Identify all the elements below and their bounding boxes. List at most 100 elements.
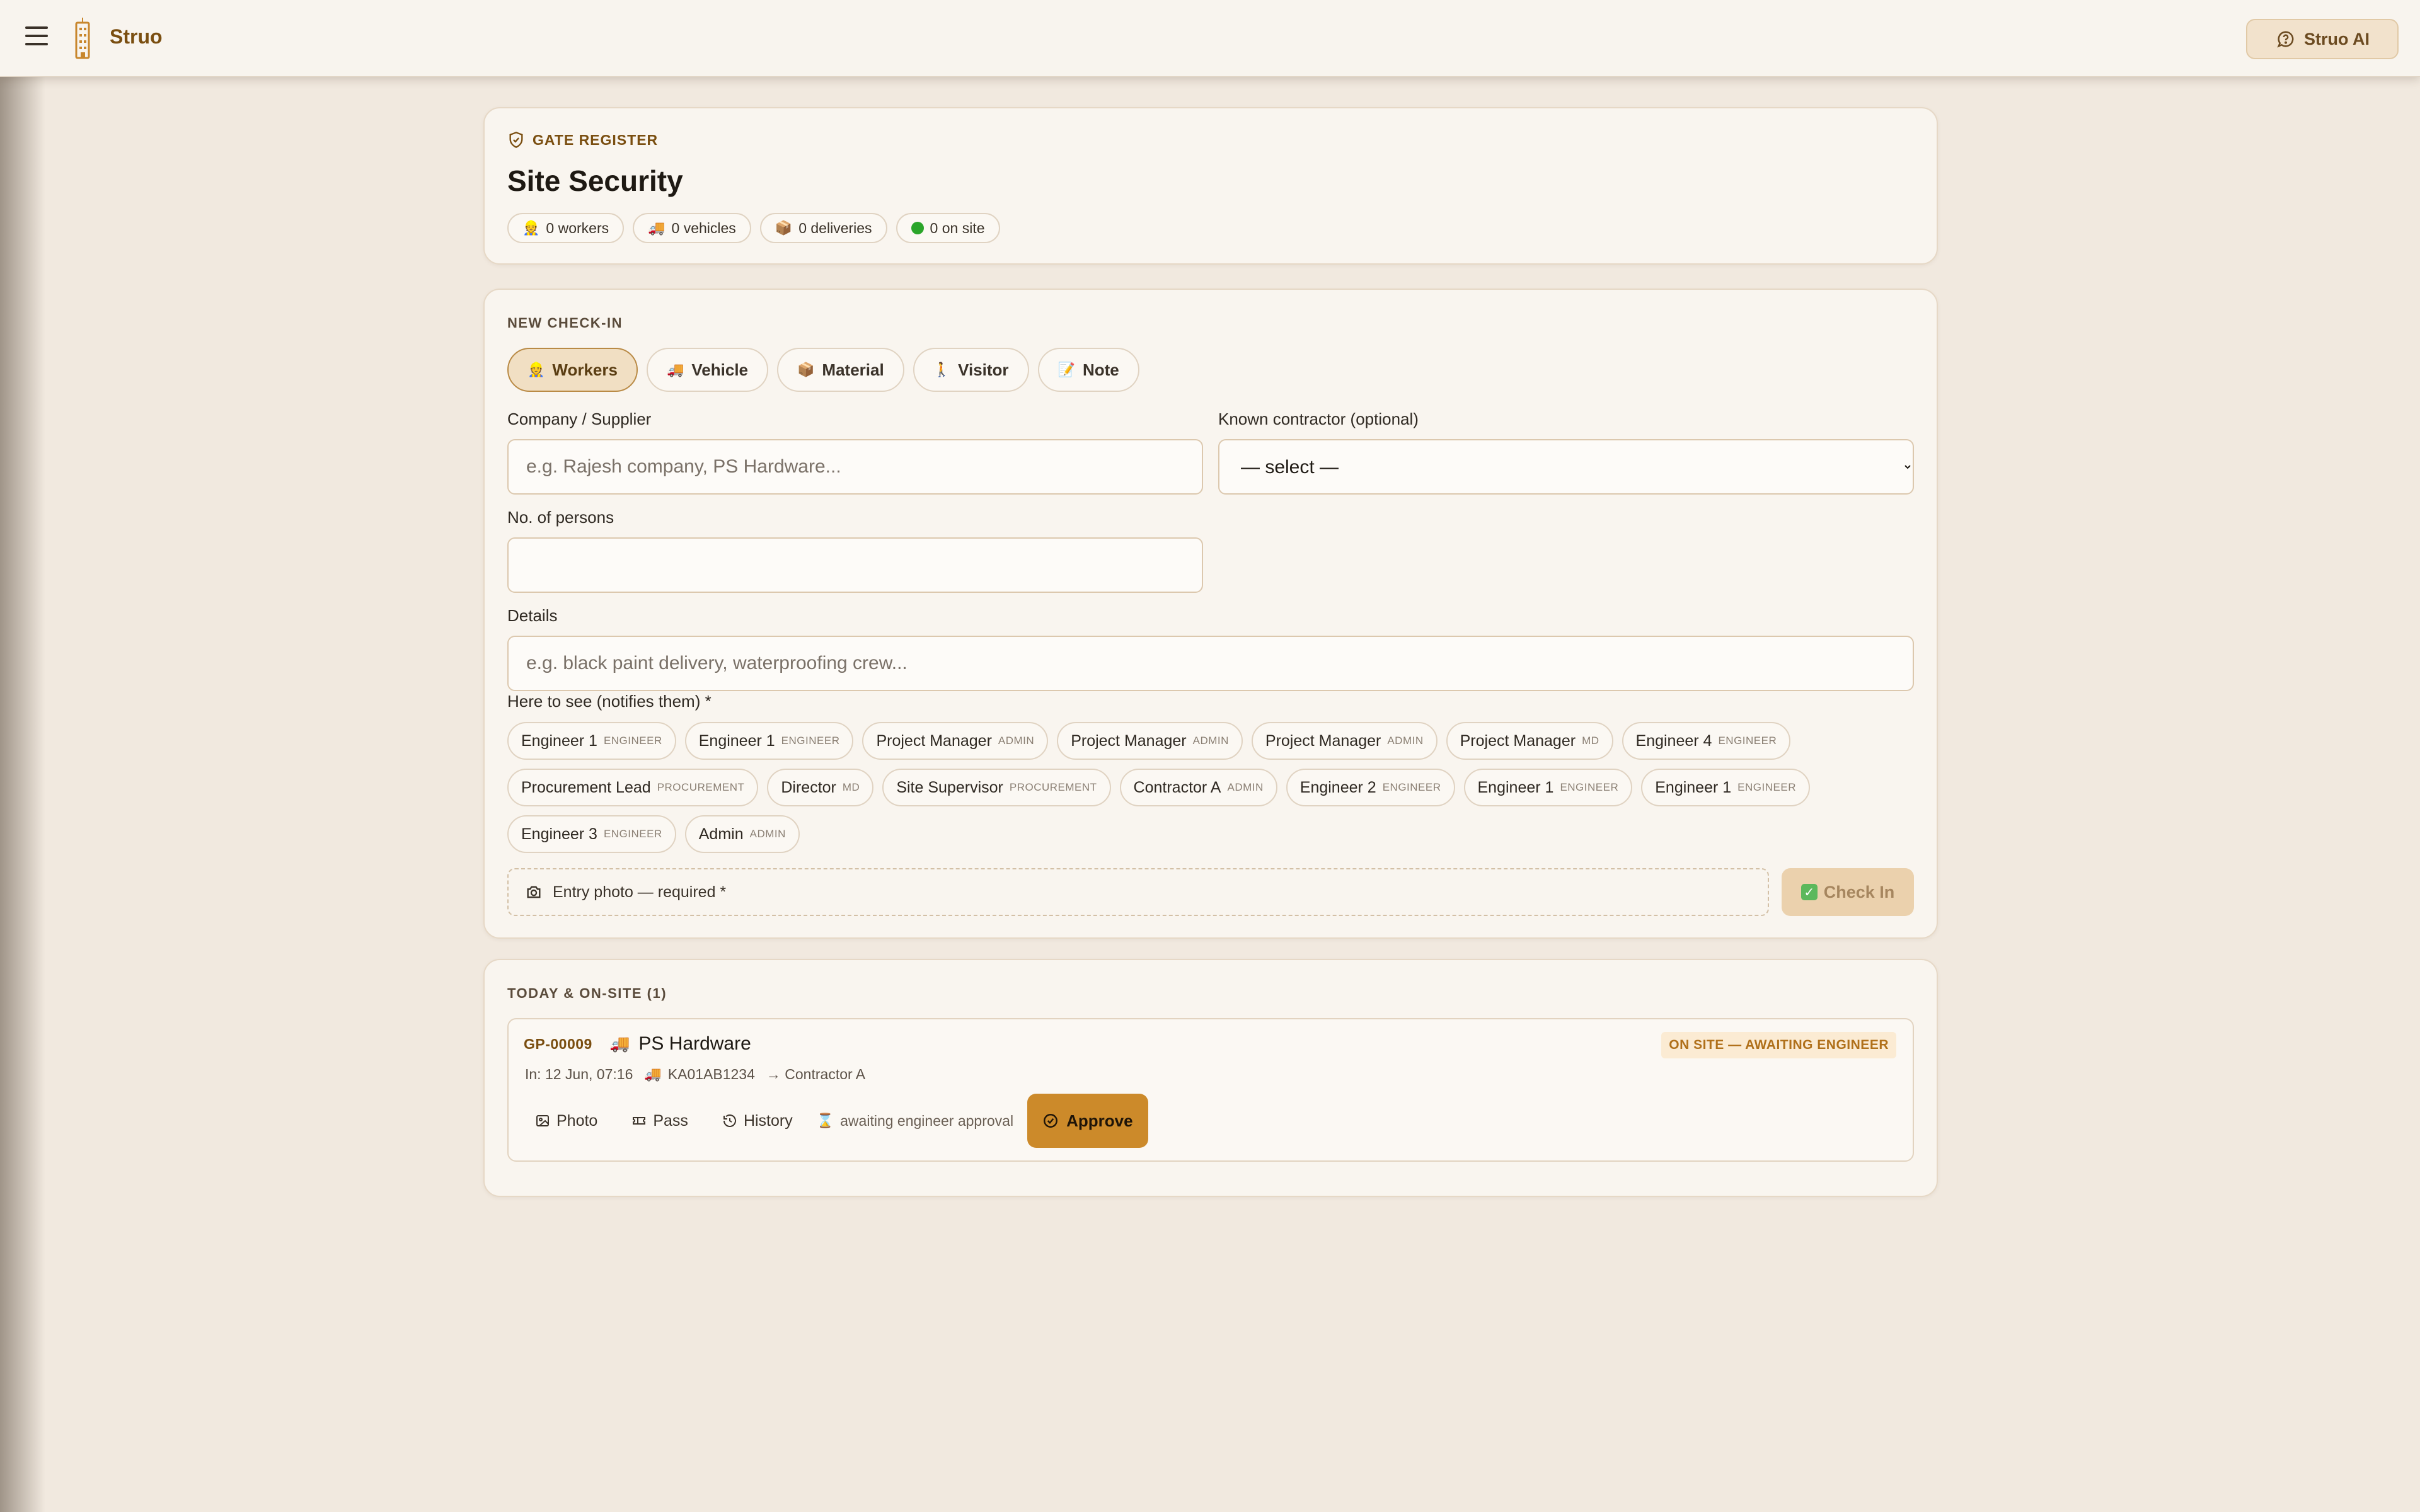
person-chip[interactable]: Admin ADMIN [684,815,800,853]
person-role: ENGINEER [1382,781,1441,793]
image-icon [536,1115,549,1126]
person-chip[interactable]: Project Manager ADMIN [1251,722,1438,760]
person-name: Project Manager [1071,731,1187,750]
entry-title: 🚚 PS Hardware [609,1033,751,1055]
ticket-icon [633,1117,646,1125]
person-name: Project Manager [1460,731,1576,750]
person-chip[interactable]: Engineer 1 ENGINEER [507,722,676,760]
package-icon: 📦 [797,362,815,378]
person-name: Engineer 1 [521,731,597,750]
history-icon [723,1114,736,1127]
top-bar: Struo Struo AI [0,0,2420,77]
menu-icon[interactable] [25,26,48,49]
check-in-button[interactable]: ✓ Check In [1782,868,1914,916]
package-icon: 📦 [775,220,793,236]
person-name: Project Manager [876,731,992,750]
person-name: Engineer 4 [1635,731,1712,750]
photo-label: Photo [556,1111,598,1130]
person-name: Engineer 1 [698,731,775,750]
person-chip[interactable]: Engineer 1 ENGINEER [1463,769,1633,806]
contractor-select[interactable]: — select — [1218,439,1914,495]
truck-icon: 🚚 [666,362,684,378]
tab-note[interactable]: 📝 Note [1037,348,1139,392]
section-label: NEW CHECK-IN [507,315,623,331]
entry-time: In: 12 Jun, 07:16 [525,1066,633,1082]
awaiting-label: awaiting engineer approval [840,1112,1014,1129]
person-role: PROCUREMENT [657,781,745,793]
stat-label: 0 deliveries [798,219,872,236]
person-chip[interactable]: Project Manager ADMIN [1057,722,1243,760]
person-name: Contractor A [1133,778,1221,796]
person-role: ENGINEER [1560,781,1619,793]
person-chip[interactable]: Engineer 3 ENGINEER [507,815,676,853]
person-chip[interactable]: Engineer 1 ENGINEER [1641,769,1810,806]
tab-workers[interactable]: 👷 Workers [507,348,638,392]
person-chip[interactable]: Project Manager MD [1446,722,1613,760]
person-role: ENGINEER [603,735,662,747]
here-to-see-label: Here to see (notifies them) * [507,692,712,711]
stats-row: 👷 0 workers 🚚 0 vehicles 📦 0 deliveries 0 o… [507,213,1000,243]
entry-vehicle: 🚚 KA01AB1234 [644,1066,755,1083]
logo-icon [75,18,90,59]
gate-pass-entry[interactable]: GP-00009 🚚 PS Hardware ON SITE — AWAITIN… [507,1018,1914,1162]
person-chip[interactable]: Engineer 2 ENGINEER [1286,769,1455,806]
today-onsite-card: TODAY & ON-SITE (1) GP-00009 🚚 PS Hardwa… [483,959,1938,1197]
checkin-type-tabs: 👷 Workers 🚚 Vehicle 📦 Material 🚶 Visitor 📝 No… [507,348,1139,392]
truck-icon: 🚚 [644,1067,662,1082]
person-name: Engineer 1 [1655,778,1732,796]
help-chat-icon [2277,31,2294,48]
entry-meta: In: 12 Jun, 07:16 🚚 KA01AB1234 → Contract… [525,1066,865,1083]
tab-vehicle[interactable]: 🚚 Vehicle [646,348,769,392]
details-input[interactable] [507,636,1914,691]
worker-icon: 👷 [527,362,545,378]
company-input[interactable] [507,439,1203,495]
entry-company: PS Hardware [638,1033,751,1054]
pass-label: Pass [653,1111,688,1130]
tab-label: Visitor [958,360,1009,379]
gate-pass-id: GP-00009 [524,1036,592,1052]
check-in-label: Check In [1823,882,1895,902]
person-name: Site Supervisor [896,778,1003,796]
struo-ai-button[interactable]: Struo AI [2246,19,2399,59]
person-chip[interactable]: Director MD [767,769,874,806]
details-label: Details [507,606,558,625]
person-chip[interactable]: Project Manager ADMIN [862,722,1049,760]
approve-button[interactable]: Approve [1027,1094,1148,1148]
person-chip[interactable]: Site Supervisor PROCUREMENT [882,769,1111,806]
page-title: Site Security [507,164,683,197]
person-chip[interactable]: Engineer 1 ENGINEER [684,722,854,760]
tab-label: Note [1082,360,1119,379]
person-name: Engineer 2 [1299,778,1376,796]
tab-label: Material [822,360,884,379]
contractor-label: Known contractor (optional) [1218,410,1419,428]
history-button[interactable]: History [712,1094,803,1148]
person-chip[interactable]: Engineer 4 ENGINEER [1622,722,1791,760]
person-role: ENGINEER [1718,735,1777,747]
tab-label: Workers [552,360,618,379]
person-role: ADMIN [998,735,1035,747]
person-role: ENGINEER [781,735,840,747]
tab-material[interactable]: 📦 Material [777,348,904,392]
person-chip[interactable]: Procurement Lead PROCUREMENT [507,769,759,806]
tab-visitor[interactable]: 🚶 Visitor [913,348,1029,392]
person-name: Project Manager [1265,731,1381,750]
persons-input[interactable] [507,537,1203,593]
person-role: ADMIN [1192,735,1229,747]
brand-name: Struo [110,25,163,48]
gate-register-eyebrow: GATE REGISTER [507,131,658,149]
stat-on-site: 0 on site [896,213,1000,243]
approve-label: Approve [1066,1111,1133,1130]
entry-host: → Contractor A [766,1066,866,1082]
person-role: MD [1582,735,1599,747]
person-role: MD [842,781,860,793]
entry-photo-upload[interactable]: Entry photo — required * [507,868,1769,916]
photo-button[interactable]: Photo [525,1094,608,1148]
person-name: Engineer 1 [1477,778,1554,796]
stat-vehicles: 🚚 0 vehicles [633,213,751,243]
struo-ai-label: Struo AI [2304,29,2370,49]
stat-label: 0 workers [546,219,609,236]
person-chip[interactable]: Contractor A ADMIN [1119,769,1277,806]
person-name: Engineer 3 [521,825,597,843]
green-dot-icon [911,222,924,234]
pass-button[interactable]: Pass [621,1094,698,1148]
